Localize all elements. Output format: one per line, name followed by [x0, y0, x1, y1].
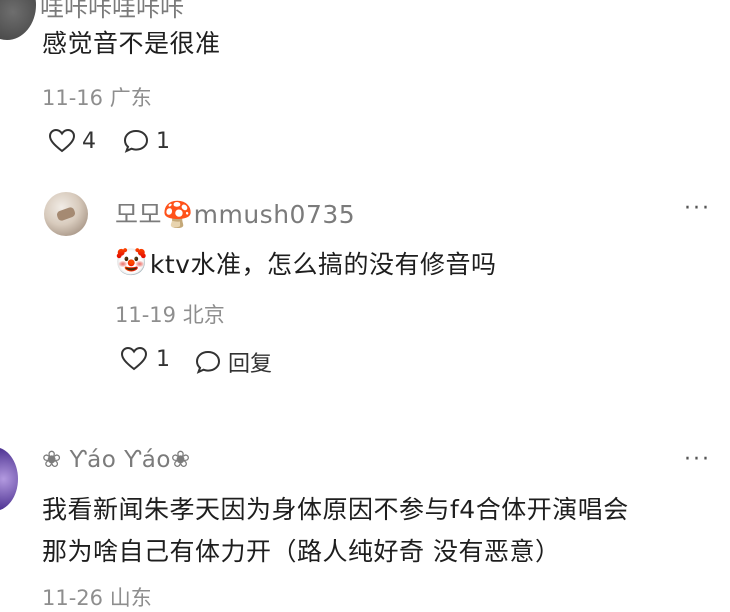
- comment-username[interactable]: ❀ Ƴáo Ƴáo❀: [42, 447, 191, 473]
- reply-count-button[interactable]: 1: [122, 128, 170, 154]
- like-button[interactable]: 1: [120, 346, 170, 372]
- clown-emoji-icon: 🤡: [115, 248, 148, 278]
- more-icon[interactable]: ···: [684, 196, 711, 221]
- comment-username[interactable]: 哇咔咔哇咔咔: [40, 0, 184, 23]
- reply-username[interactable]: 모모🍄mmush0735: [115, 195, 355, 231]
- more-icon[interactable]: ···: [684, 447, 711, 472]
- comment-time: 11-26: [42, 586, 104, 610]
- avatar[interactable]: [0, 0, 36, 40]
- reply-count: 1: [156, 128, 170, 154]
- comment-text-line2: 那为啥自己有体力开（路人纯好奇 没有恶意）: [42, 537, 561, 566]
- comment-bubble-icon: [195, 350, 221, 374]
- comment-meta: 11-26 山东: [42, 582, 152, 612]
- reply-button[interactable]: 回复: [194, 346, 272, 378]
- comment-time: 11-16: [42, 86, 104, 110]
- heart-icon: [48, 128, 76, 153]
- comment-location: 山东: [109, 586, 152, 610]
- like-count: 4: [82, 128, 96, 154]
- like-button[interactable]: 4: [48, 128, 96, 154]
- reply-text-body: ktv水准，怎么搞的没有修音吗: [149, 250, 497, 279]
- avatar[interactable]: [44, 192, 88, 236]
- heart-icon: [120, 346, 148, 371]
- reply-meta: 11-19 北京: [115, 299, 225, 329]
- comment-bubble-icon: [123, 129, 149, 153]
- reply-text: 🤡 ktv水准，怎么搞的没有修音吗: [115, 245, 496, 281]
- like-count: 1: [156, 346, 170, 372]
- comment-text-line1: 我看新闻朱孝天因为身体原因不参与f4合体开演唱会: [42, 495, 629, 524]
- avatar[interactable]: [0, 447, 18, 511]
- comment-meta: 11-16 广东: [42, 82, 152, 112]
- reply-label: 回复: [228, 352, 273, 377]
- reply-location: 北京: [182, 303, 225, 327]
- reply-time: 11-19: [115, 303, 177, 327]
- comment-location: 广东: [109, 86, 152, 110]
- comment-text: 感觉音不是很准: [42, 29, 221, 58]
